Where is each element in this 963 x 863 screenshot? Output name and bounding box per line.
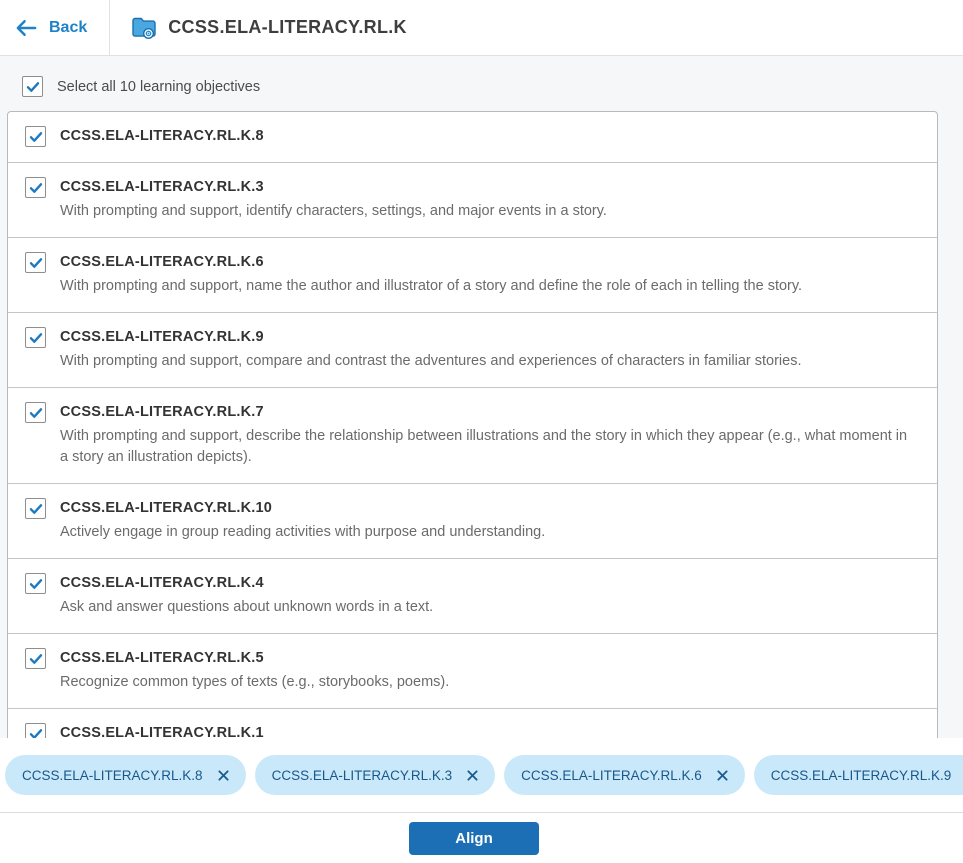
header: Back CCSS.ELA-LITERACY.RL.K: [0, 0, 963, 56]
objective-row[interactable]: CCSS.ELA-LITERACY.RL.K.8: [8, 112, 937, 162]
objective-text: CCSS.ELA-LITERACY.RL.K.9 With prompting …: [60, 327, 802, 372]
chip-label: CCSS.ELA-LITERACY.RL.K.6: [521, 768, 702, 783]
objective-description: Ask and answer questions about unknown w…: [60, 597, 433, 618]
checkmark-icon: [28, 501, 44, 517]
checkmark-icon: [28, 651, 44, 667]
objective-code: CCSS.ELA-LITERACY.RL.K.3: [60, 177, 607, 197]
checkmark-icon: [28, 330, 44, 346]
align-standards-page: Back CCSS.ELA-LITERACY.RL.K Select all 1…: [0, 0, 963, 863]
selected-standard-chip[interactable]: CCSS.ELA-LITERACY.RL.K.9: [754, 755, 963, 795]
objectives-list: CCSS.ELA-LITERACY.RL.K.8 CCSS.ELA-LITERA…: [7, 111, 938, 784]
close-icon[interactable]: [218, 770, 229, 781]
selected-standard-chip[interactable]: CCSS.ELA-LITERACY.RL.K.8: [5, 755, 246, 795]
objective-code: CCSS.ELA-LITERACY.RL.K.4: [60, 573, 433, 593]
select-all-label: Select all 10 learning objectives: [57, 79, 260, 95]
selected-standard-chip[interactable]: CCSS.ELA-LITERACY.RL.K.6: [504, 755, 745, 795]
objective-description: With prompting and support, compare and …: [60, 351, 802, 372]
objective-checkbox[interactable]: [25, 498, 46, 519]
selected-standard-chip[interactable]: CCSS.ELA-LITERACY.RL.K.3: [255, 755, 496, 795]
chip-label: CCSS.ELA-LITERACY.RL.K.8: [22, 768, 203, 783]
objective-row[interactable]: CCSS.ELA-LITERACY.RL.K.7 With prompting …: [8, 387, 937, 483]
objective-code: CCSS.ELA-LITERACY.RL.K.10: [60, 498, 545, 518]
select-all-row[interactable]: Select all 10 learning objectives: [0, 56, 963, 111]
objective-description: Actively engage in group reading activit…: [60, 522, 545, 543]
objective-row[interactable]: CCSS.ELA-LITERACY.RL.K.10 Actively engag…: [8, 483, 937, 558]
objective-text: CCSS.ELA-LITERACY.RL.K.7 With prompting …: [60, 402, 913, 468]
objective-code: CCSS.ELA-LITERACY.RL.K.7: [60, 402, 913, 422]
objective-text: CCSS.ELA-LITERACY.RL.K.4 Ask and answer …: [60, 573, 433, 618]
checkmark-icon: [28, 576, 44, 592]
align-button[interactable]: Align: [409, 822, 539, 855]
close-icon[interactable]: [717, 770, 728, 781]
back-button[interactable]: Back: [0, 0, 109, 55]
checkmark-icon: [28, 180, 44, 196]
footer: CCSS.ELA-LITERACY.RL.K.8 CCSS.ELA-LITERA…: [0, 738, 963, 863]
checkmark-icon: [28, 255, 44, 271]
objective-row[interactable]: CCSS.ELA-LITERACY.RL.K.5 Recognize commo…: [8, 633, 937, 708]
objective-row[interactable]: CCSS.ELA-LITERACY.RL.K.6 With prompting …: [8, 237, 937, 312]
objective-checkbox[interactable]: [25, 126, 46, 147]
chip-label: CCSS.ELA-LITERACY.RL.K.9: [771, 768, 952, 783]
objective-row[interactable]: CCSS.ELA-LITERACY.RL.K.9 With prompting …: [8, 312, 937, 387]
objective-code: CCSS.ELA-LITERACY.RL.K.6: [60, 252, 802, 272]
page-title: CCSS.ELA-LITERACY.RL.K: [168, 17, 407, 38]
checkmark-icon: [28, 405, 44, 421]
folder-target-icon: [131, 16, 157, 39]
objective-text: CCSS.ELA-LITERACY.RL.K.5 Recognize commo…: [60, 648, 449, 693]
selected-chips-bar: CCSS.ELA-LITERACY.RL.K.8 CCSS.ELA-LITERA…: [0, 738, 963, 812]
objective-text: CCSS.ELA-LITERACY.RL.K.8: [60, 126, 264, 146]
objective-text: CCSS.ELA-LITERACY.RL.K.10 Actively engag…: [60, 498, 545, 543]
objective-checkbox[interactable]: [25, 402, 46, 423]
objective-description: Recognize common types of texts (e.g., s…: [60, 672, 449, 693]
objective-code: CCSS.ELA-LITERACY.RL.K.8: [60, 126, 264, 146]
chip-label: CCSS.ELA-LITERACY.RL.K.3: [272, 768, 453, 783]
align-button-bar: Align: [0, 812, 963, 863]
back-label: Back: [49, 19, 87, 37]
objective-row[interactable]: CCSS.ELA-LITERACY.RL.K.4 Ask and answer …: [8, 558, 937, 633]
back-arrow-icon: [15, 18, 38, 38]
objective-row[interactable]: CCSS.ELA-LITERACY.RL.K.3 With prompting …: [8, 162, 937, 237]
objective-checkbox[interactable]: [25, 648, 46, 669]
objective-description: With prompting and support, name the aut…: [60, 276, 802, 297]
objective-checkbox[interactable]: [25, 177, 46, 198]
checkmark-icon: [25, 79, 41, 95]
title-group: CCSS.ELA-LITERACY.RL.K: [110, 0, 407, 55]
objective-checkbox[interactable]: [25, 252, 46, 273]
objective-text: CCSS.ELA-LITERACY.RL.K.6 With prompting …: [60, 252, 802, 297]
checkmark-icon: [28, 129, 44, 145]
objective-text: CCSS.ELA-LITERACY.RL.K.3 With prompting …: [60, 177, 607, 222]
objective-code: CCSS.ELA-LITERACY.RL.K.5: [60, 648, 449, 668]
objective-checkbox[interactable]: [25, 573, 46, 594]
select-all-checkbox[interactable]: [22, 76, 43, 97]
close-icon[interactable]: [467, 770, 478, 781]
objective-code: CCSS.ELA-LITERACY.RL.K.9: [60, 327, 802, 347]
objective-description: With prompting and support, identify cha…: [60, 201, 607, 222]
objective-checkbox[interactable]: [25, 327, 46, 348]
objective-description: With prompting and support, describe the…: [60, 426, 913, 468]
